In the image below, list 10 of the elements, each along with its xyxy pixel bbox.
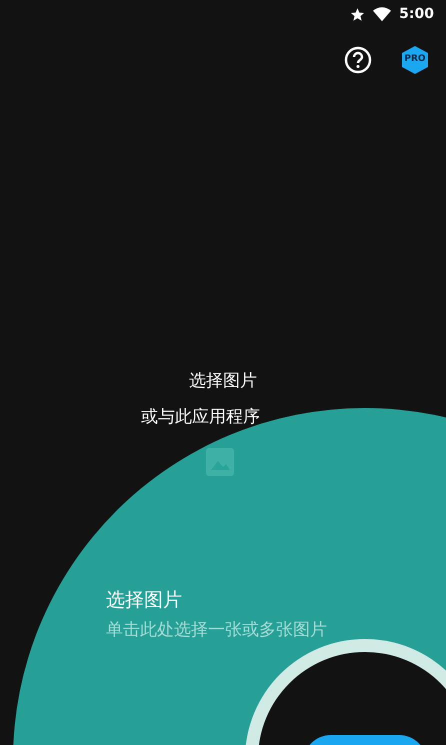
pro-badge[interactable]: PRO (402, 46, 428, 74)
help-icon[interactable] (344, 46, 372, 74)
wifi-icon (373, 6, 392, 22)
empty-title: 选择图片 (189, 370, 257, 393)
status-time: 5:00 (399, 4, 434, 24)
star-icon (350, 6, 366, 22)
tutorial-description: 单击此处选择一张或多张图片 (106, 619, 327, 642)
tutorial-title: 选择图片 (106, 588, 182, 613)
empty-subtitle: 或与此应用程序 (141, 406, 260, 428)
image-icon (206, 448, 234, 476)
